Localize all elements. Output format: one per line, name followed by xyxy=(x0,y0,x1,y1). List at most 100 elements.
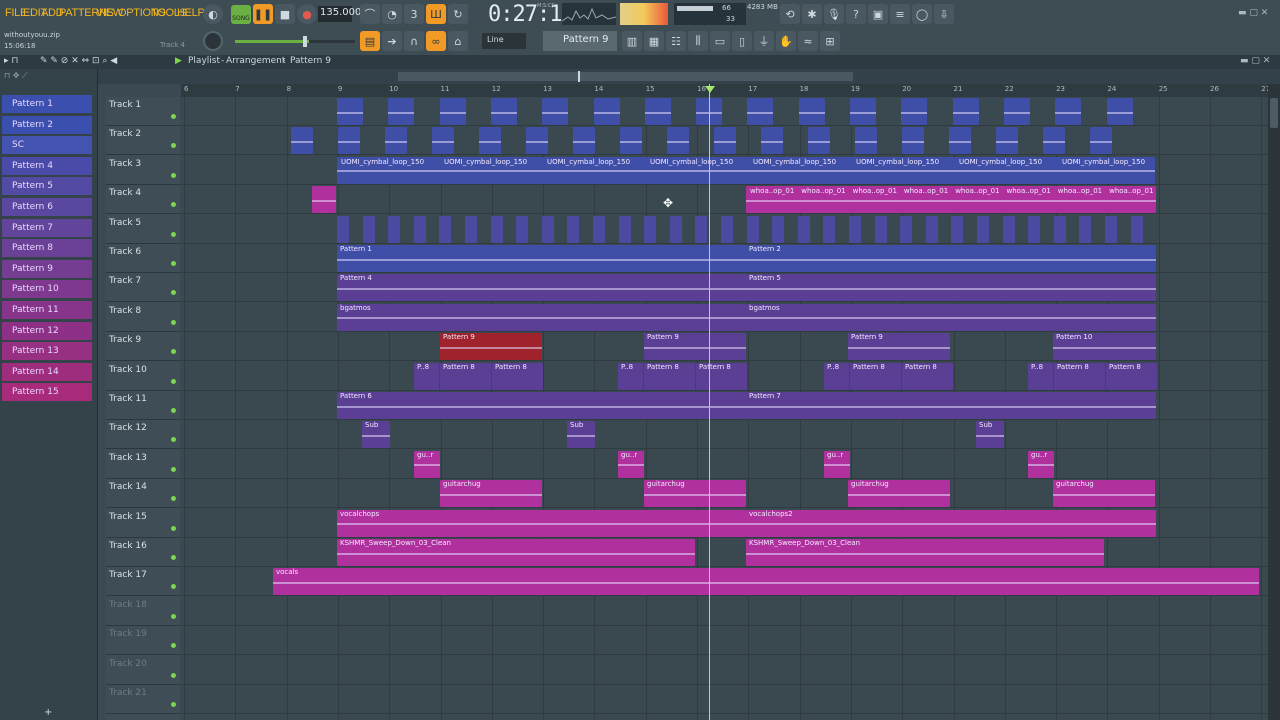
playlist-clip[interactable]: Pattern 8 xyxy=(1106,362,1157,390)
track-mute-led[interactable] xyxy=(171,643,176,649)
pattern-item[interactable]: Pattern 11 xyxy=(2,301,92,319)
timeline-ruler[interactable]: 6 7 8 9 10 11 12 13 14 15 16 17 18 19 20 21 22 23 24 25 26 27 xyxy=(181,84,1268,97)
playlist-clip[interactable] xyxy=(573,127,595,155)
playlist-clip[interactable] xyxy=(761,127,783,155)
playlist-clip[interactable] xyxy=(746,215,759,243)
playlist-clip[interactable] xyxy=(714,127,736,155)
playlist-clip[interactable]: guitarchug xyxy=(440,480,542,508)
master-dial-icon[interactable]: ◐ xyxy=(203,4,223,24)
track-mute-led[interactable] xyxy=(171,437,176,443)
playlist-clip[interactable] xyxy=(312,186,336,214)
panel-toolbar[interactable]: ⊓ ✥ ⟋ xyxy=(4,71,96,85)
stamp-icon[interactable]: ⌂ xyxy=(448,31,468,51)
playlist-clip[interactable]: gu..r xyxy=(824,450,850,478)
playlist-clip[interactable]: Pattern 6 xyxy=(337,392,746,419)
track-mute-led[interactable] xyxy=(171,143,176,149)
playlist-clip[interactable] xyxy=(855,127,877,155)
playlist-clip[interactable] xyxy=(388,215,401,243)
playlist-clip[interactable] xyxy=(526,127,548,155)
playlist-clip[interactable]: Pattern 8 xyxy=(644,362,695,390)
playlist-clip[interactable] xyxy=(902,127,924,155)
playlist-clip[interactable]: vocalchops xyxy=(337,509,746,537)
pattern-item[interactable]: Pattern 1 xyxy=(2,95,92,113)
track-header[interactable]: Track 2 xyxy=(106,126,180,156)
pattern-item[interactable]: Pattern 13 xyxy=(2,342,92,361)
playlist-clip[interactable] xyxy=(620,127,642,155)
help-icon[interactable]: ? xyxy=(846,4,866,24)
track-mute-led[interactable] xyxy=(171,202,176,208)
track-mute-led[interactable] xyxy=(171,555,176,560)
chat-icon[interactable]: ◯ xyxy=(912,4,932,24)
playlist-clip[interactable] xyxy=(439,215,452,243)
link-icon[interactable]: ∞ xyxy=(426,31,446,51)
playlist-clip[interactable] xyxy=(808,127,830,155)
track-header[interactable]: Track 6 xyxy=(106,244,180,273)
playlist-clip[interactable]: bgatmos xyxy=(746,303,1156,331)
pattern-item[interactable]: Pattern 2 xyxy=(2,115,92,134)
playlist-clip[interactable]: P..8 xyxy=(618,362,643,390)
playlist-clip[interactable]: Pattern 9 xyxy=(440,333,542,361)
playlist-clip[interactable] xyxy=(798,98,825,125)
playlist-clip[interactable]: guitarchug xyxy=(1053,480,1155,508)
track-mute-led[interactable] xyxy=(171,378,176,384)
playlist-clip[interactable]: Pattern 8 xyxy=(902,362,953,390)
track-mute-led[interactable] xyxy=(171,613,176,619)
playlist-clip[interactable] xyxy=(1053,215,1066,243)
playlist-clip[interactable] xyxy=(667,127,689,155)
playlist-clip[interactable] xyxy=(337,215,349,243)
playlist-clip[interactable]: P..8 xyxy=(824,362,849,390)
track-header[interactable]: Track 10 xyxy=(106,362,180,391)
playlist-clip[interactable] xyxy=(1105,215,1117,243)
track-header[interactable]: Track 5 xyxy=(106,215,180,244)
playlist-clip[interactable] xyxy=(1028,215,1041,243)
plug-icon[interactable]: ⏚ xyxy=(754,31,774,51)
playlist-clip[interactable]: Pattern 8 xyxy=(850,362,901,390)
undo-icon[interactable]: ⟲ xyxy=(780,4,800,24)
playlist-clip[interactable] xyxy=(901,98,928,125)
playlist-clip[interactable] xyxy=(490,215,503,243)
playlist-clip[interactable]: KSHMR_Sweep_Down_03_Clean xyxy=(337,539,695,566)
track-header[interactable]: Track 17 xyxy=(106,567,180,597)
playlist-clip[interactable] xyxy=(490,98,517,125)
playlist-clip[interactable] xyxy=(516,215,529,243)
metronome-icon[interactable]: ⌒ xyxy=(360,4,380,24)
playlist-clip[interactable]: Sub xyxy=(362,421,390,449)
playlist-clip[interactable]: Pattern 2 xyxy=(746,245,1156,272)
microphone-icon[interactable]: 🎙 xyxy=(824,4,844,24)
playlist-clip[interactable] xyxy=(385,127,407,155)
menu-arrow-icon[interactable]: ▸ ⊓ xyxy=(4,56,18,66)
track-header[interactable]: Track 18 xyxy=(106,597,180,626)
playhead-marker-icon[interactable] xyxy=(705,86,715,93)
playlist-clip[interactable] xyxy=(439,98,466,125)
playlist-clip[interactable]: guitarchug xyxy=(848,480,950,508)
playlist-clip[interactable] xyxy=(874,215,887,243)
vertical-scrollbar[interactable] xyxy=(1268,84,1280,720)
playlist-clip[interactable]: Pattern 9 xyxy=(848,333,950,361)
master-volume-slider[interactable] xyxy=(235,36,355,47)
playlist-clip[interactable]: vocals xyxy=(273,568,1259,596)
playlist-clip[interactable] xyxy=(747,98,774,125)
playlist-clip[interactable] xyxy=(900,215,913,243)
song-mode-toggle[interactable]: SONG xyxy=(231,5,251,24)
playlist-window-icon[interactable]: ▥ xyxy=(622,31,642,51)
track-mute-led[interactable] xyxy=(171,525,176,531)
track-header[interactable]: Track 1 xyxy=(106,97,180,126)
piano-roll-icon[interactable]: ▦ xyxy=(644,31,664,51)
playlist-clip[interactable]: bgatmos xyxy=(337,303,746,331)
master-pitch-knob[interactable] xyxy=(203,31,223,51)
stop-button[interactable]: ■ xyxy=(275,4,295,24)
playlist-clip[interactable]: Sub xyxy=(567,421,595,449)
pattern-item[interactable]: Pattern 9 xyxy=(2,259,92,278)
playhead[interactable] xyxy=(709,84,710,720)
playlist-clip[interactable]: gu..r xyxy=(414,450,440,478)
track-mute-led[interactable] xyxy=(171,672,176,678)
playlist-grid[interactable]: UOMI_cymbal_loop_150 UOMI_cymbal_loop_150… xyxy=(181,97,1268,720)
track-mute-led[interactable] xyxy=(171,466,176,472)
playlist-clip[interactable] xyxy=(1079,215,1092,243)
playlist-clip[interactable] xyxy=(644,215,657,243)
playlist-clip[interactable] xyxy=(949,127,971,155)
playlist-clip[interactable] xyxy=(291,127,313,155)
playlist-clip[interactable] xyxy=(432,127,454,155)
save-icon[interactable]: ▣ xyxy=(868,4,888,24)
playlist-clip[interactable] xyxy=(952,98,979,125)
